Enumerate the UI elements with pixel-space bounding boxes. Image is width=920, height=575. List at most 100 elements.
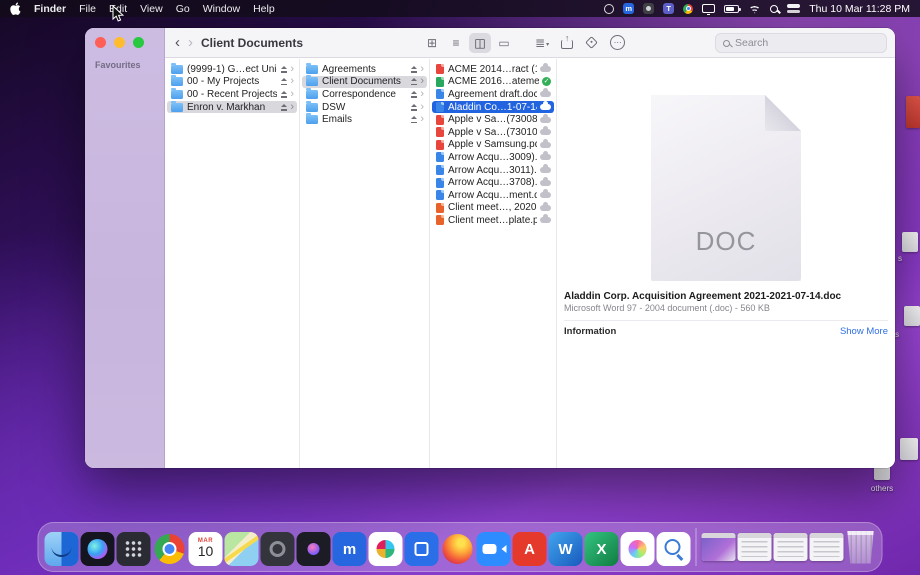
chrome-status-icon[interactable] — [683, 4, 693, 14]
file-row[interactable]: Agreement draft.docx — [432, 88, 554, 101]
battery-icon[interactable] — [724, 5, 739, 13]
gallery-view-button[interactable]: ▭ — [493, 33, 515, 53]
dock-finder-icon[interactable] — [45, 532, 79, 566]
folder-row-selected[interactable]: Enron v. Markhan › — [167, 101, 297, 114]
dock-window-thumbnail[interactable] — [738, 533, 772, 561]
file-row[interactable]: Apple v Samsung.pdf — [432, 139, 554, 152]
back-button[interactable]: ‹ — [175, 35, 180, 50]
eject-icon[interactable] — [280, 66, 288, 73]
file-row[interactable]: Apple v Sa…(73008).pdf — [432, 113, 554, 126]
file-row[interactable]: Arrow Acqu…3011).docx — [432, 164, 554, 177]
file-row-selected[interactable]: Aladdin Co…1-07-14.doc — [432, 101, 554, 114]
dock-app-icon-1[interactable] — [261, 532, 295, 566]
desktop-file-icon[interactable] — [902, 232, 918, 252]
eject-icon[interactable] — [280, 91, 288, 98]
apple-menu-icon[interactable] — [10, 2, 21, 15]
file-row[interactable]: ACME 2014…ract (1).pdf — [432, 63, 554, 76]
desktop-file-label: others — [860, 484, 904, 493]
folder-row[interactable]: 00 - Recent Projects › — [167, 88, 297, 101]
dock-slack-icon[interactable] — [369, 532, 403, 566]
file-row[interactable]: Client meet…, 2020.pptx — [432, 202, 554, 215]
column-view-button[interactable]: ◫ — [469, 33, 491, 53]
dock-launchpad-icon[interactable] — [117, 532, 151, 566]
dock-window-thumbnail[interactable] — [774, 533, 808, 561]
dock-window-thumbnail[interactable] — [702, 533, 736, 561]
eject-icon[interactable] — [410, 116, 418, 123]
tag-button[interactable] — [585, 36, 598, 49]
folder-row[interactable]: Agreements › — [302, 63, 427, 76]
search-field[interactable] — [715, 33, 887, 53]
desktop-file-icon[interactable] — [904, 306, 920, 326]
folder-row[interactable]: (9999-1) G…ect Unicorn › — [167, 63, 297, 76]
status-circle-icon[interactable] — [604, 4, 614, 14]
menu-view[interactable]: View — [140, 3, 163, 15]
menu-bar-clock[interactable]: Thu 10 Mar 11:28 PM — [809, 3, 910, 15]
eject-icon[interactable] — [280, 104, 288, 111]
menu-finder[interactable]: Finder — [34, 3, 66, 15]
folder-row[interactable]: 00 - My Projects › — [167, 76, 297, 89]
menu-help[interactable]: Help — [253, 3, 275, 15]
page-fold — [765, 95, 801, 131]
dock-window-thumbnail[interactable] — [810, 533, 844, 561]
minimize-button[interactable] — [114, 37, 125, 48]
dock-maps-icon[interactable] — [225, 532, 259, 566]
dock-chrome-icon[interactable] — [153, 532, 187, 566]
file-label: Arrow Acqu…ment.docx — [448, 190, 537, 201]
file-row[interactable]: Apple v Sa…(73010).pdf — [432, 126, 554, 139]
menu-file[interactable]: File — [79, 3, 96, 15]
dock-preview-icon[interactable] — [657, 532, 691, 566]
menu-go[interactable]: Go — [176, 3, 190, 15]
file-row[interactable]: Arrow Acqu…ment.docx — [432, 189, 554, 202]
eject-icon[interactable] — [410, 66, 418, 73]
folder-icon — [171, 90, 183, 99]
dock-acrobat-icon[interactable]: A — [513, 532, 547, 566]
dock-trash-icon[interactable] — [846, 531, 876, 564]
menu-edit[interactable]: Edit — [109, 3, 127, 15]
spotlight-icon[interactable] — [770, 5, 778, 13]
zoom-button[interactable] — [133, 37, 144, 48]
mattermost-status-icon[interactable]: m — [623, 3, 634, 14]
dock-app-icon-3[interactable] — [405, 532, 439, 566]
file-row[interactable]: ACME 2016…atement.xls ✓ — [432, 76, 554, 89]
close-button[interactable] — [95, 37, 106, 48]
folder-icon — [171, 65, 183, 74]
camera-status-icon[interactable] — [643, 3, 654, 14]
icloud-status-icon — [540, 117, 551, 123]
eject-icon[interactable] — [410, 78, 418, 85]
icon-view-button[interactable]: ⊞ — [421, 33, 443, 53]
dock-firefox-icon[interactable] — [441, 532, 475, 566]
teams-status-icon[interactable]: T — [663, 3, 674, 14]
menu-window[interactable]: Window — [203, 3, 240, 15]
dock-mattermost-icon[interactable]: m — [333, 532, 367, 566]
dock-excel-icon[interactable]: X — [585, 532, 619, 566]
dock-word-icon[interactable]: W — [549, 532, 583, 566]
eject-icon[interactable] — [410, 104, 418, 111]
dock-siri-icon[interactable] — [81, 532, 115, 566]
eject-icon[interactable] — [280, 78, 288, 85]
more-actions-button[interactable]: ⋯ — [610, 35, 625, 50]
share-button[interactable] — [561, 36, 573, 49]
forward-button[interactable]: › — [188, 35, 193, 50]
excel-glyph: X — [596, 541, 606, 558]
folder-row[interactable]: Correspondence › — [302, 88, 427, 101]
eject-icon[interactable] — [410, 91, 418, 98]
file-row[interactable]: Client meet…plate.pptx — [432, 214, 554, 227]
list-view-button[interactable]: ≡ — [445, 33, 467, 53]
file-row[interactable]: Arrow Acqu…3708).docx — [432, 176, 554, 189]
folder-row[interactable]: Emails › — [302, 113, 427, 126]
desktop-file-icon[interactable] — [900, 438, 918, 460]
group-by-button[interactable]: ≣ ▾ — [535, 37, 549, 49]
file-row[interactable]: Arrow Acqu…3009).docx — [432, 151, 554, 164]
control-center-icon[interactable] — [787, 4, 800, 13]
show-more-link[interactable]: Show More — [840, 326, 888, 337]
display-icon[interactable] — [702, 4, 715, 13]
folder-row[interactable]: DSW › — [302, 101, 427, 114]
dock-app-icon-2[interactable] — [297, 532, 331, 566]
dock-video-call-icon[interactable] — [477, 532, 511, 566]
desktop-file-icon[interactable] — [906, 96, 920, 128]
folder-row-selected[interactable]: Client Documents › — [302, 76, 427, 89]
search-input[interactable] — [735, 37, 879, 49]
dock-photos-icon[interactable] — [621, 532, 655, 566]
dock-calendar-icon[interactable]: MAR 10 — [189, 532, 223, 566]
wifi-icon[interactable] — [748, 4, 761, 14]
